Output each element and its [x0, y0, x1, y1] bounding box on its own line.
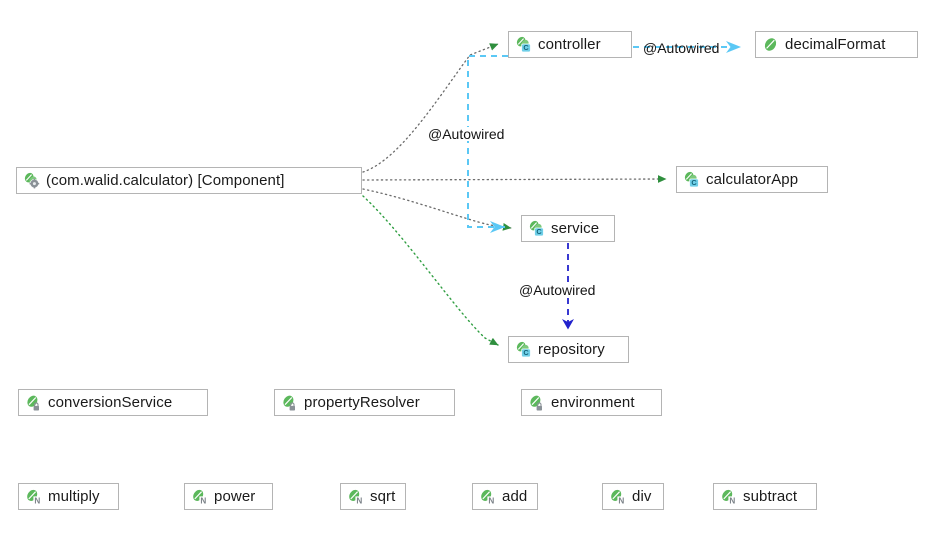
spring-bean-named-icon: N: [720, 488, 737, 505]
svg-text:C: C: [523, 43, 529, 52]
svg-text:N: N: [618, 497, 624, 505]
spring-bean-class-icon: C: [515, 341, 532, 358]
node-conversionservice-label: conversionService: [48, 394, 173, 411]
node-sqrt[interactable]: N sqrt: [340, 483, 406, 510]
svg-text:C: C: [523, 348, 529, 357]
node-add[interactable]: N add: [472, 483, 538, 510]
spring-bean-named-icon: N: [347, 488, 364, 505]
node-decimalformat-label: decimalFormat: [785, 36, 886, 53]
edge-label-service-repository: @Autowired: [518, 282, 597, 298]
spring-bean-named-icon: N: [609, 488, 626, 505]
node-add-label: add: [502, 488, 528, 505]
edge-component-controller: [362, 43, 499, 173]
spring-bean-class-icon: C: [528, 220, 545, 237]
node-decimalformat[interactable]: decimalFormat: [755, 31, 918, 58]
node-multiply[interactable]: N multiply: [18, 483, 119, 510]
spring-bean-icon: [762, 36, 779, 53]
svg-text:N: N: [200, 497, 206, 505]
edge-component-repository: [362, 195, 499, 346]
svg-text:C: C: [536, 227, 542, 236]
edge-layer: [362, 41, 741, 346]
node-repository-label: repository: [538, 341, 605, 358]
edge-label-controller-service: @Autowired: [427, 126, 506, 142]
spring-bean-gear-icon: [23, 172, 40, 189]
node-multiply-label: multiply: [48, 488, 100, 505]
spring-bean-lock-icon: [25, 394, 42, 411]
spring-bean-named-icon: N: [479, 488, 496, 505]
svg-text:N: N: [729, 497, 735, 505]
spring-bean-lock-icon: [528, 394, 545, 411]
edge-component-calculatorapp: [362, 175, 667, 183]
svg-text:C: C: [691, 178, 697, 187]
edge-label-controller-decimalformat: @Autowired: [643, 40, 720, 56]
svg-text:N: N: [356, 497, 362, 505]
spring-bean-lock-icon: [281, 394, 298, 411]
node-environment[interactable]: environment: [521, 389, 662, 416]
node-component[interactable]: (com.walid.calculator) [Component]: [16, 167, 362, 194]
node-service-label: service: [551, 220, 600, 237]
node-calculatorapp-label: calculatorApp: [706, 171, 799, 188]
node-subtract[interactable]: N subtract: [713, 483, 817, 510]
node-div[interactable]: N div: [602, 483, 664, 510]
node-service[interactable]: C service: [521, 215, 615, 242]
svg-text:N: N: [34, 497, 40, 505]
node-repository[interactable]: C repository: [508, 336, 629, 363]
node-calculatorapp[interactable]: C calculatorApp: [676, 166, 828, 193]
node-propertyresolver[interactable]: propertyResolver: [274, 389, 455, 416]
diagram-canvas: (com.walid.calculator) [Component] C con…: [0, 0, 930, 533]
node-controller[interactable]: C controller: [508, 31, 632, 58]
node-power-label: power: [214, 488, 256, 505]
node-environment-label: environment: [551, 394, 635, 411]
node-power[interactable]: N power: [184, 483, 273, 510]
node-subtract-label: subtract: [743, 488, 798, 505]
spring-bean-class-icon: C: [515, 36, 532, 53]
svg-text:N: N: [488, 497, 494, 505]
edge-component-service: [362, 188, 512, 231]
node-div-label: div: [632, 488, 652, 505]
node-conversionservice[interactable]: conversionService: [18, 389, 208, 416]
spring-bean-class-icon: C: [683, 171, 700, 188]
node-propertyresolver-label: propertyResolver: [304, 394, 420, 411]
node-sqrt-label: sqrt: [370, 488, 396, 505]
node-component-label: (com.walid.calculator) [Component]: [46, 172, 285, 189]
spring-bean-named-icon: N: [191, 488, 208, 505]
spring-bean-named-icon: N: [25, 488, 42, 505]
node-controller-label: controller: [538, 36, 601, 53]
